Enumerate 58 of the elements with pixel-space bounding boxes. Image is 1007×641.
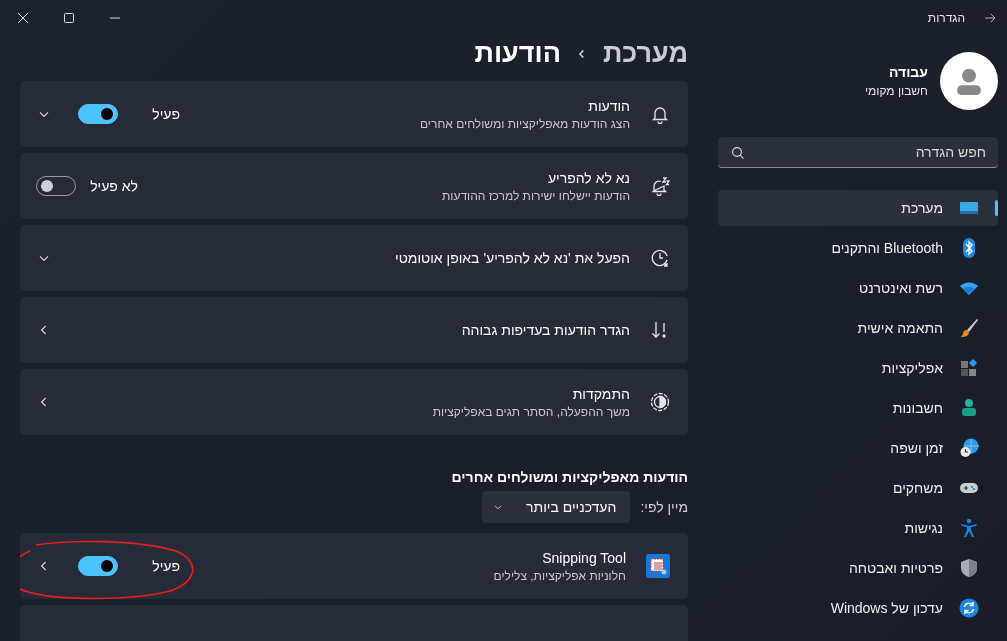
setting-card[interactable]: הפעל את 'נא לא להפריע' באופן אוטומטי — [20, 225, 688, 291]
sidebar-item[interactable]: מערכת — [718, 190, 998, 226]
sidebar-item[interactable]: עדכון של Windows — [718, 590, 998, 626]
app-icon — [646, 554, 670, 578]
setting-title: הגדר הודעות בעדיפות גבוהה — [460, 322, 630, 338]
setting-description: הצג הודעות מאפליקציות ומשולחים אחרים — [418, 116, 630, 131]
breadcrumb-parent[interactable]: מערכת — [602, 38, 688, 69]
bell-sleep-icon — [650, 176, 670, 196]
sort-label: מיין לפי: — [640, 499, 688, 515]
sync-icon — [959, 598, 979, 618]
sidebar-item[interactable]: משחקים — [718, 470, 998, 506]
section-heading: הודעות מאפליקציות ומשולחים אחרים — [450, 469, 688, 485]
setting-card[interactable]: התמקדות משך ההפעלה, הסתר תגים באפליקציות — [20, 369, 688, 435]
search-icon — [730, 145, 744, 159]
globe-clock-icon — [959, 438, 979, 458]
back-arrow-icon — [983, 11, 997, 25]
clock-icon — [650, 248, 670, 268]
setting-description: הודעות יישלחו ישירות למרכז ההודעות — [441, 188, 630, 203]
page-title: הודעות — [474, 38, 561, 69]
setting-title: נא לא להפריע — [546, 169, 630, 186]
sidebar-item[interactable]: התאמה אישית — [718, 310, 998, 346]
sidebar-item[interactable]: אפליקציות — [718, 350, 998, 386]
person-icon — [959, 398, 979, 418]
sidebar-item[interactable]: זמן ושפה — [718, 430, 998, 466]
setting-card[interactable]: הגדר הודעות בעדיפות גבוהה — [20, 297, 688, 363]
apps-icon — [959, 358, 979, 378]
close-icon — [18, 13, 28, 23]
maximize-icon — [64, 13, 74, 23]
profile-name: עבודה — [887, 64, 928, 80]
setting-title: התמקדות — [571, 385, 630, 402]
setting-card[interactable]: הודעות הצג הודעות מאפליקציות ומשולחים אחרים פעיל — [20, 81, 688, 147]
toggle-status: לא פעיל — [89, 178, 138, 194]
brush-icon — [959, 318, 979, 338]
sidebar-item[interactable]: פרטיות ואבטחה — [718, 550, 998, 586]
account-type: חשבון מקומי — [864, 84, 928, 98]
app-name: Snipping Tool — [541, 549, 626, 566]
toggle-status: פעיל — [151, 106, 180, 122]
bell-icon — [650, 104, 670, 124]
sidebar-item[interactable]: חשבונות — [718, 390, 998, 426]
toggle-status: פעיל — [151, 558, 180, 574]
toggle-switch[interactable] — [78, 104, 118, 124]
setting-description: משך ההפעלה, הסתר תגים באפליקציות — [431, 404, 630, 419]
window-title: הגדרות — [927, 11, 965, 25]
sidebar-item[interactable]: Bluetooth והתקנים — [718, 230, 998, 266]
sidebar-item[interactable]: רשת ואינטרנט — [718, 270, 998, 306]
sort-dropdown[interactable]: העדכניים ביותר — [482, 491, 631, 523]
sidebar-item[interactable]: נגישות — [718, 510, 998, 546]
shield-icon — [959, 558, 979, 578]
avatar[interactable] — [940, 52, 998, 110]
accessibility-icon — [959, 518, 979, 538]
toggle-switch[interactable] — [78, 556, 118, 576]
person-silhouette-icon — [954, 66, 984, 96]
setting-title: הודעות — [587, 97, 630, 114]
search-field[interactable]: חפש הגדרה — [718, 137, 998, 168]
focus-icon — [650, 392, 670, 412]
setting-card[interactable]: נא לא להפריע הודעות יישלחו ישירות למרכז ההודעות לא פעיל — [20, 153, 688, 219]
setting-title: הפעל את 'נא לא להפריע' באופן אוטומטי — [394, 250, 630, 266]
app-description: חלוניות אפליקציות, צלילים — [492, 568, 626, 583]
